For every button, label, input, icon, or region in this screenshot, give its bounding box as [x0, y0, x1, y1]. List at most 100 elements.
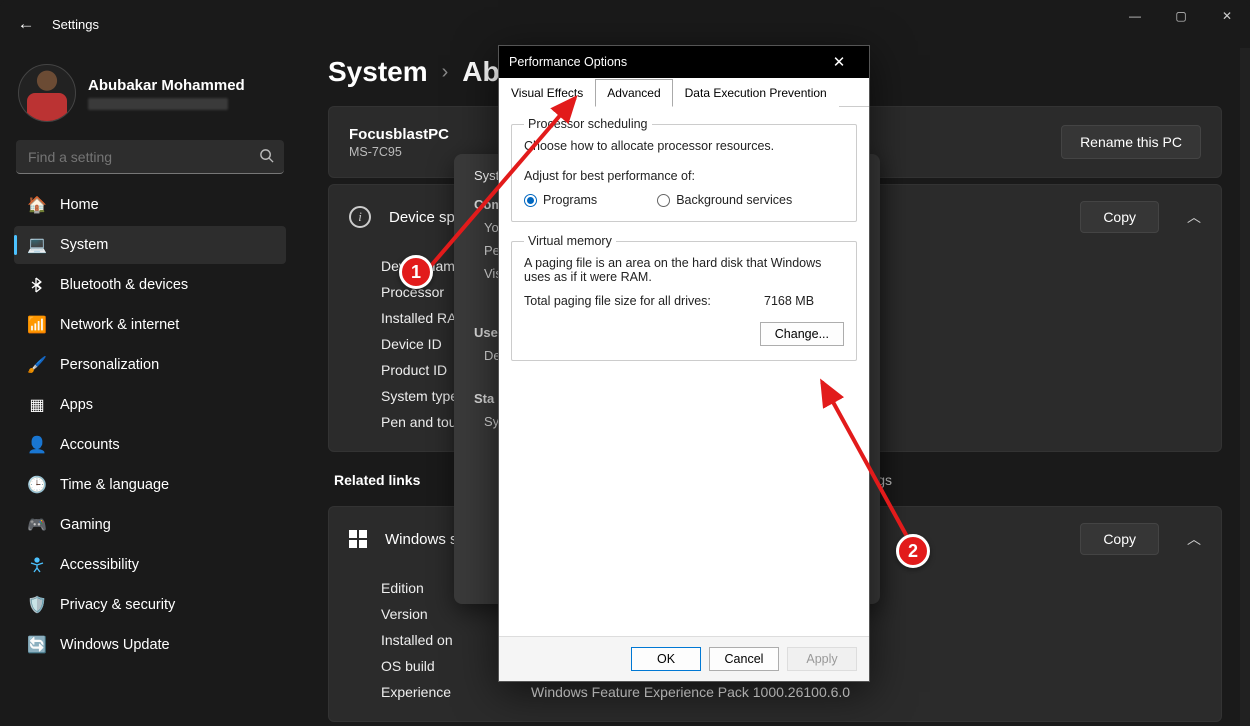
- sidebar-item-bluetooth-devices[interactable]: Bluetooth & devices: [14, 266, 286, 304]
- accessibility-icon: [28, 556, 46, 574]
- sidebar-item-apps[interactable]: ▦ Apps: [14, 386, 286, 424]
- cancel-button[interactable]: Cancel: [709, 647, 779, 671]
- sidebar-item-label: Accounts: [60, 437, 120, 453]
- user-email-redacted: [88, 98, 228, 110]
- maximize-button[interactable]: ▢: [1158, 0, 1204, 32]
- search-input[interactable]: [16, 140, 284, 174]
- sidebar-item-label: Windows Update: [60, 637, 170, 653]
- sidebar-item-home[interactable]: 🏠 Home: [14, 186, 286, 224]
- change-button[interactable]: Change...: [760, 322, 844, 346]
- annotation-badge-1: 1: [399, 255, 433, 289]
- search-icon: [259, 148, 274, 167]
- time-language-icon: 🕒: [28, 476, 46, 494]
- radio-programs-label: Programs: [543, 193, 597, 207]
- user-profile[interactable]: Abubakar Mohammed: [8, 56, 292, 136]
- close-button[interactable]: ✕: [1204, 0, 1250, 32]
- avatar: [18, 64, 76, 122]
- sidebar-item-accounts[interactable]: 👤 Accounts: [14, 426, 286, 464]
- virtual-memory-desc: A paging file is an area on the hard dis…: [524, 256, 844, 284]
- radio-bg-label: Background services: [676, 193, 792, 207]
- adjust-label: Adjust for best performance of:: [524, 169, 844, 183]
- sidebar-item-windows-update[interactable]: 🔄 Windows Update: [14, 626, 286, 664]
- dialog-title: Performance Options: [509, 55, 627, 69]
- window-controls: — ▢ ✕: [1112, 0, 1250, 32]
- sidebar-item-label: Gaming: [60, 517, 111, 533]
- sidebar-item-label: Apps: [60, 397, 93, 413]
- home-icon: 🏠: [28, 196, 46, 214]
- sidebar-item-time-language[interactable]: 🕒 Time & language: [14, 466, 286, 504]
- nav: 🏠 Home 💻 System Bluetooth & devices 📶 Network …: [8, 186, 292, 664]
- back-button[interactable]: ←: [8, 6, 44, 42]
- radio-checked-icon: [524, 194, 537, 207]
- sidebar-item-label: Personalization: [60, 357, 159, 373]
- sidebar-item-gaming[interactable]: 🎮 Gaming: [14, 506, 286, 544]
- copy-device-specs-button[interactable]: Copy: [1080, 201, 1159, 233]
- performance-options-dialog: Performance Options ✕ Visual Effects Adv…: [498, 45, 870, 682]
- related-links-label: Related links: [334, 472, 420, 488]
- tab-visual-effects[interactable]: Visual Effects: [499, 79, 595, 107]
- dialog-body: Processor scheduling Choose how to alloc…: [499, 107, 869, 636]
- apply-button: Apply: [787, 647, 857, 671]
- windows-update-icon: 🔄: [28, 636, 46, 654]
- spec-row: ExperienceWindows Feature Experience Pac…: [381, 679, 1169, 705]
- dialog-tabs: Visual Effects Advanced Data Execution P…: [499, 78, 869, 107]
- spec-value: Windows Feature Experience Pack 1000.261…: [531, 684, 850, 700]
- privacy-security-icon: 🛡️: [28, 596, 46, 614]
- sidebar-item-label: Time & language: [60, 477, 169, 493]
- vm-total-label: Total paging file size for all drives:: [524, 294, 764, 308]
- sidebar-item-label: Accessibility: [60, 557, 139, 573]
- sidebar-item-label: Home: [60, 197, 99, 213]
- system-icon: 💻: [28, 236, 46, 254]
- virtual-memory-legend: Virtual memory: [524, 234, 616, 248]
- settings-window: ← Settings — ▢ ✕ Abubakar Mohammed: [0, 0, 1250, 726]
- titlebar: ← Settings — ▢ ✕: [0, 0, 1250, 48]
- vm-total-value: 7168 MB: [764, 294, 844, 308]
- pc-name: FocusblastPC: [349, 126, 449, 143]
- chevron-right-icon: ›: [442, 61, 449, 84]
- tab-dep[interactable]: Data Execution Prevention: [673, 79, 839, 107]
- pc-model: MS-7C95: [349, 145, 449, 159]
- ok-button[interactable]: OK: [631, 647, 701, 671]
- spec-label: Experience: [381, 684, 531, 700]
- annotation-badge-2: 2: [896, 534, 930, 568]
- minimize-button[interactable]: —: [1112, 0, 1158, 32]
- gaming-icon: 🎮: [28, 516, 46, 534]
- chevron-up-icon[interactable]: ︿: [1187, 529, 1201, 549]
- dialog-footer: OK Cancel Apply: [499, 636, 869, 681]
- windows-icon: [349, 530, 367, 548]
- rename-pc-button[interactable]: Rename this PC: [1061, 125, 1201, 159]
- dialog-titlebar[interactable]: Performance Options ✕: [499, 46, 869, 78]
- sidebar-item-label: System: [60, 237, 108, 253]
- radio-programs[interactable]: Programs: [524, 193, 597, 207]
- virtual-memory-group: Virtual memory A paging file is an area …: [511, 234, 857, 361]
- dialog-close-button[interactable]: ✕: [819, 53, 859, 71]
- apps-icon: ▦: [28, 396, 46, 414]
- accounts-icon: 👤: [28, 436, 46, 454]
- bluetooth-devices-icon: [28, 276, 46, 294]
- scrollbar[interactable]: [1240, 48, 1250, 726]
- copy-windows-specs-button[interactable]: Copy: [1080, 523, 1159, 555]
- user-name: Abubakar Mohammed: [88, 77, 245, 94]
- info-icon: i: [349, 206, 371, 228]
- sidebar-item-network-internet[interactable]: 📶 Network & internet: [14, 306, 286, 344]
- app-title: Settings: [52, 17, 99, 32]
- sidebar-item-system[interactable]: 💻 System: [14, 226, 286, 264]
- chevron-up-icon[interactable]: ︿: [1187, 207, 1201, 227]
- sidebar-item-label: Bluetooth & devices: [60, 277, 188, 293]
- sidebar-item-accessibility[interactable]: Accessibility: [14, 546, 286, 584]
- sidebar-item-label: Network & internet: [60, 317, 179, 333]
- personalization-icon: 🖌️: [28, 356, 46, 374]
- sidebar-item-label: Privacy & security: [60, 597, 175, 613]
- processor-scheduling-group: Processor scheduling Choose how to alloc…: [511, 117, 857, 222]
- sidebar-item-privacy-security[interactable]: 🛡️ Privacy & security: [14, 586, 286, 624]
- processor-scheduling-desc: Choose how to allocate processor resourc…: [524, 139, 844, 153]
- network-internet-icon: 📶: [28, 316, 46, 334]
- processor-scheduling-legend: Processor scheduling: [524, 117, 652, 131]
- tab-advanced[interactable]: Advanced: [595, 79, 672, 107]
- radio-background-services[interactable]: Background services: [657, 193, 792, 207]
- sidebar: Abubakar Mohammed 🏠 Home 💻 System Bluetooth …: [0, 48, 300, 726]
- radio-unchecked-icon: [657, 194, 670, 207]
- sidebar-item-personalization[interactable]: 🖌️ Personalization: [14, 346, 286, 384]
- search-box[interactable]: [16, 140, 284, 174]
- breadcrumb-parent[interactable]: System: [328, 56, 428, 88]
